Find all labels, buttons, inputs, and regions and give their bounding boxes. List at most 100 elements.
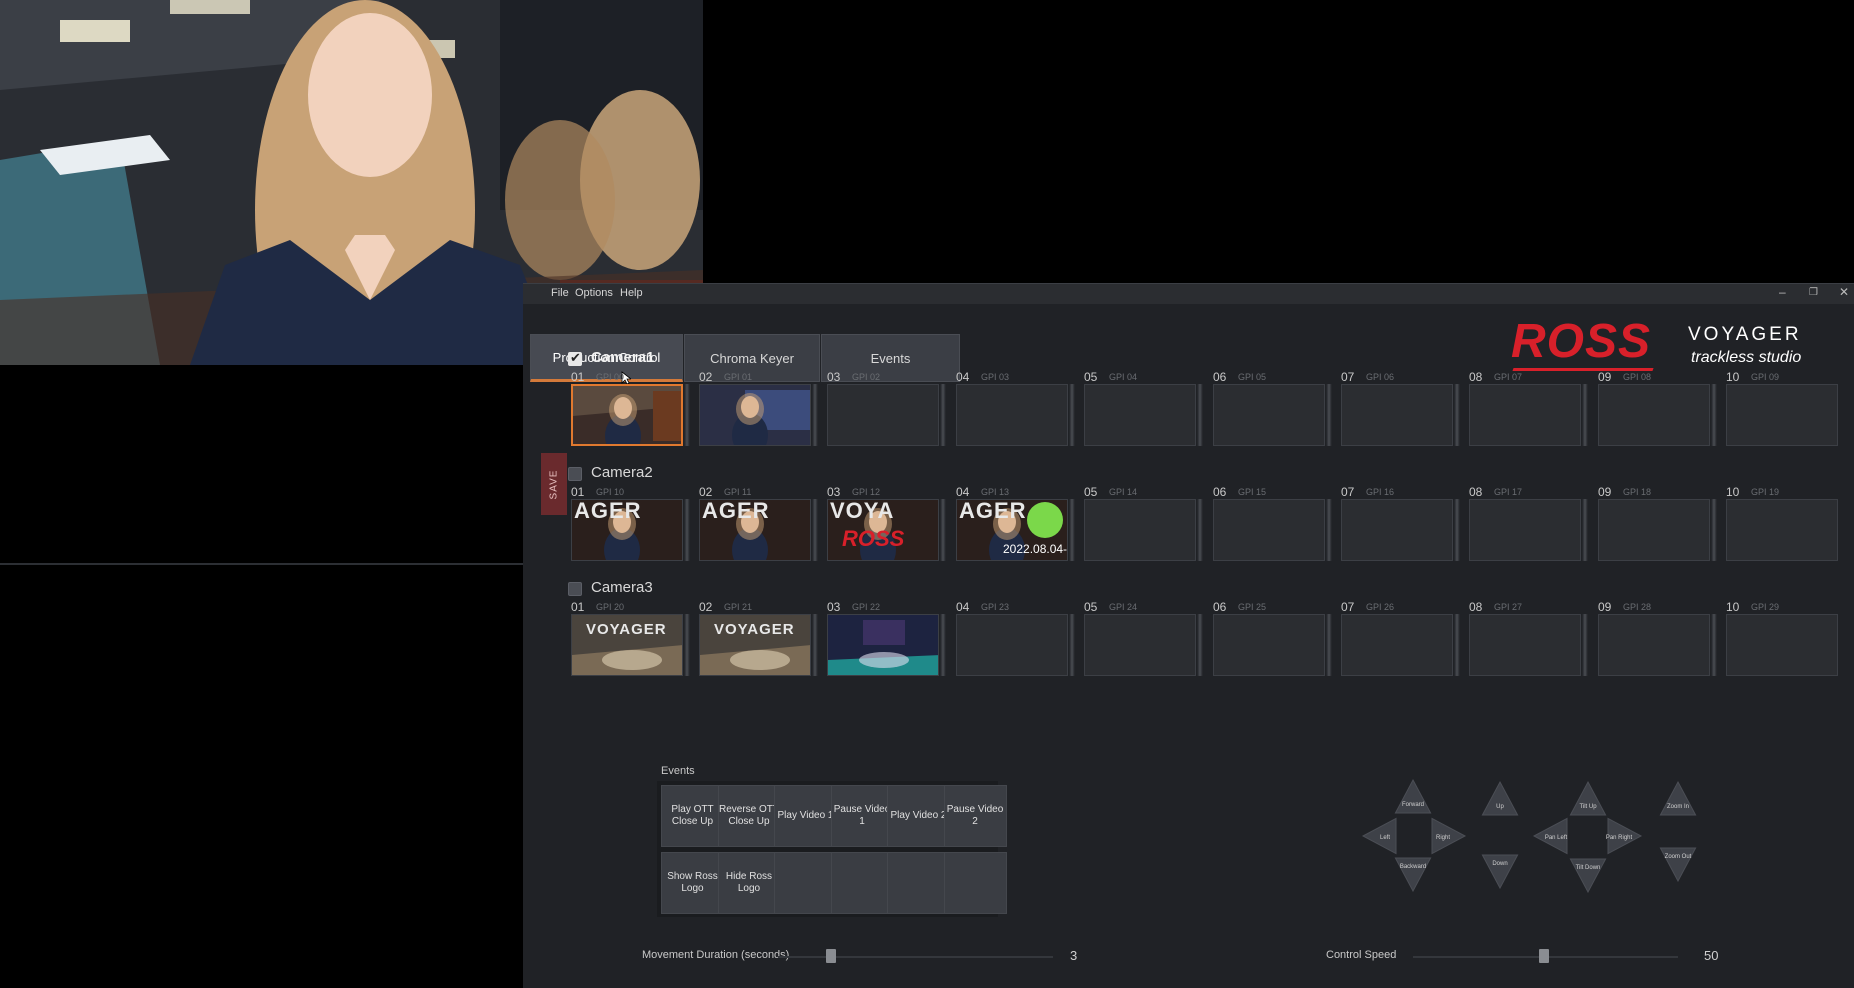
camera1-checkbox[interactable]	[568, 350, 582, 366]
event-button[interactable]: Play Video 1	[774, 785, 837, 847]
camera-preset-slot[interactable]	[1084, 614, 1196, 676]
menu-file[interactable]: File	[551, 287, 569, 299]
zoom-out-arrow[interactable]: Zoom Out	[1659, 847, 1697, 883]
event-button[interactable]: Pause Video 1	[830, 785, 894, 847]
pan-right-arrow[interactable]: Pan Right	[1606, 817, 1643, 855]
control-speed-slider[interactable]	[1539, 949, 1549, 963]
close-icon[interactable]: ✕	[1839, 285, 1849, 299]
slot-number: 03	[827, 600, 841, 614]
camera-preset-slot[interactable]	[1469, 499, 1581, 561]
camera-preset-slot[interactable]	[956, 384, 1068, 446]
down-arrow[interactable]: Down	[1481, 854, 1519, 890]
slot-number: 09	[1598, 485, 1612, 499]
menu-options[interactable]: Options	[575, 287, 613, 299]
event-button[interactable]	[887, 852, 950, 914]
camera-preset-slot[interactable]	[1598, 384, 1710, 446]
thumbnail-text: AGER	[574, 499, 642, 523]
minimize-icon[interactable]: –	[1779, 285, 1786, 299]
save-button[interactable]: SAVE	[541, 453, 567, 515]
camera-preset-slot[interactable]	[827, 384, 939, 446]
camera-preset-slot[interactable]	[1341, 384, 1453, 446]
slot-gpi-label: GPI 02	[852, 372, 881, 382]
slot-number: 10	[1726, 370, 1740, 384]
pan-left-arrow[interactable]: Pan Left	[1532, 817, 1568, 855]
slot-gpi-label: GPI 12	[852, 487, 881, 497]
camera-preset-slot[interactable]	[1341, 499, 1453, 561]
event-button[interactable]: Play Video 2	[887, 785, 950, 847]
event-button[interactable]	[943, 852, 1007, 914]
movement-duration-value: 3	[1070, 948, 1078, 963]
camera-preset-slot[interactable]	[1726, 614, 1838, 676]
camera-preset-slot[interactable]	[571, 384, 683, 446]
event-button[interactable]: Hide Ross Logo	[717, 852, 781, 914]
camera-preset-slot[interactable]	[1469, 614, 1581, 676]
slot-separator	[940, 499, 946, 561]
restore-icon[interactable]: ❐	[1809, 287, 1818, 298]
camera-motion-controls: Forward Backward Left Right Up Down Tilt Up Til…	[1313, 774, 1713, 914]
slot-gpi-label: GPI 26	[1366, 602, 1395, 612]
event-button[interactable]: Show Ross Logo	[661, 852, 724, 914]
camera3-checkbox[interactable]	[568, 582, 582, 596]
slot-number: 07	[1341, 485, 1355, 499]
slot-separator	[1197, 614, 1203, 676]
camera-preset-slot[interactable]	[1213, 499, 1325, 561]
slot-number: 05	[1084, 485, 1098, 499]
zoom-in-arrow[interactable]: Zoom In	[1659, 780, 1697, 816]
slot-separator	[1582, 614, 1588, 676]
event-button[interactable]	[830, 852, 894, 914]
slot-number: 07	[1341, 600, 1355, 614]
camera2-label: Camera2	[591, 464, 653, 481]
camera-preset-slot[interactable]	[827, 614, 939, 676]
camera-preset-slot[interactable]: AGER	[699, 499, 811, 561]
forward-arrow[interactable]: Forward	[1394, 778, 1432, 814]
event-button[interactable]	[774, 852, 837, 914]
slot-gpi-label: GPI 06	[1366, 372, 1395, 382]
slot-separator	[1582, 499, 1588, 561]
right-arrow[interactable]: Right	[1431, 817, 1467, 855]
camera2-checkbox[interactable]	[568, 467, 582, 481]
events-grid: Play OTT Close Up Reverse OTT Close Up Pla…	[657, 781, 1007, 917]
tilt-down-arrow[interactable]: Tilt Down	[1569, 858, 1607, 894]
slot-separator	[1069, 384, 1075, 446]
slot-separator	[684, 614, 690, 676]
camera-preset-slot[interactable]: AGER 2022.08.04-	[956, 499, 1068, 561]
camera-preset-slot[interactable]	[699, 384, 811, 446]
camera-preset-slot[interactable]: VOYA ROSS	[827, 499, 939, 561]
camera-preset-slot[interactable]	[1469, 384, 1581, 446]
slot-number: 08	[1469, 600, 1483, 614]
slot-separator	[1197, 384, 1203, 446]
up-arrow[interactable]: Up	[1481, 780, 1519, 816]
camera-preset-slot[interactable]	[1341, 614, 1453, 676]
tab-events[interactable]: Events	[821, 334, 960, 382]
camera-preset-slot[interactable]	[1213, 384, 1325, 446]
backward-arrow[interactable]: Backward	[1394, 857, 1432, 893]
tilt-up-arrow[interactable]: Tilt Up	[1569, 780, 1607, 816]
menu-help[interactable]: Help	[620, 287, 643, 299]
camera-preset-slot[interactable]	[1084, 499, 1196, 561]
left-arrow[interactable]: Left	[1361, 817, 1397, 855]
camera-preset-slot[interactable]	[956, 614, 1068, 676]
camera-preset-slot[interactable]	[1084, 384, 1196, 446]
event-button[interactable]: Pause Video 2	[943, 785, 1007, 847]
camera-preset-slot[interactable]	[1726, 499, 1838, 561]
slot-number: 06	[1213, 485, 1227, 499]
camera-preset-slot[interactable]: AGER	[571, 499, 683, 561]
camera-preset-slot[interactable]	[1726, 384, 1838, 446]
camera-preset-slot[interactable]	[1598, 614, 1710, 676]
event-button[interactable]: Play OTT Close Up	[661, 785, 724, 847]
tilt-up-arrow-label: Tilt Up	[1579, 804, 1597, 810]
camera-preset-slot[interactable]: VOYAGER	[699, 614, 811, 676]
camera-preset-slot[interactable]: VOYAGER	[571, 614, 683, 676]
movement-duration-label: Movement Duration (seconds)	[642, 949, 790, 961]
movement-duration-slider[interactable]	[826, 949, 836, 963]
camera-preset-slot[interactable]	[1213, 614, 1325, 676]
event-button[interactable]: Reverse OTT Close Up	[717, 785, 781, 847]
movement-duration-track[interactable]	[778, 956, 1053, 958]
slot-number: 02	[699, 485, 713, 499]
slot-gpi-label: GPI 13	[981, 487, 1010, 497]
slot-number: 08	[1469, 485, 1483, 499]
title-bar: File Options Help – ❐ ✕	[523, 284, 1854, 304]
slot-gpi-label: GPI 20	[596, 602, 625, 612]
camera-preset-slot[interactable]	[1598, 499, 1710, 561]
slot-gpi-label: GPI 28	[1623, 602, 1652, 612]
